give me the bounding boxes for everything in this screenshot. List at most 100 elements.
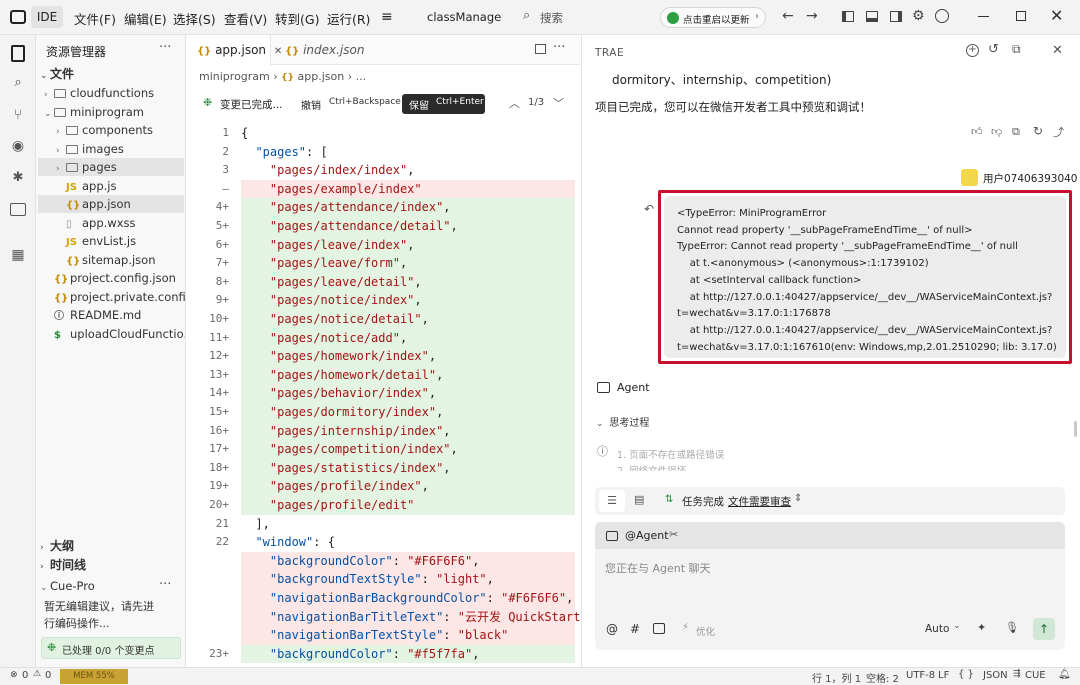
image-icon[interactable] — [653, 623, 665, 634]
error-icon[interactable]: ⊗ — [10, 670, 18, 680]
tree-item-sitemap-json[interactable]: {} sitemap.json — [66, 251, 185, 269]
tools-icon[interactable]: ✂ — [669, 528, 678, 541]
section-timeline[interactable]: › 时间线 — [40, 556, 185, 574]
menu-goto[interactable]: 转到(G) — [275, 9, 319, 28]
cue-status[interactable]: CUE — [1025, 670, 1046, 681]
split-editor-icon[interactable] — [535, 44, 546, 54]
keep-button[interactable]: 保留 Ctrl+Enter — [402, 94, 485, 114]
code-line-added[interactable]: 6+ "pages/leave/index", — [187, 235, 580, 255]
error-count[interactable]: 0 — [22, 670, 28, 681]
ide-badge[interactable]: IDE — [31, 6, 63, 28]
back-arrow-icon[interactable]: ← — [782, 8, 794, 24]
expand-icon[interactable]: ⇕ — [794, 493, 802, 504]
code-line-added[interactable]: 4+ "pages/attendance/index", — [187, 198, 580, 217]
search-box[interactable]: 搜索 — [540, 10, 563, 26]
explorer-icon[interactable] — [11, 45, 25, 62]
tree-item-pages[interactable]: › pages — [38, 158, 184, 176]
pop-out-icon[interactable]: ⧉ — [1012, 42, 1021, 57]
forward-arrow-icon[interactable]: → — [806, 8, 818, 24]
review-link[interactable]: 文件需要审查 — [728, 494, 791, 509]
code-line-added[interactable]: 9+ "pages/notice/index", — [187, 291, 580, 310]
breadcrumb-item[interactable]: app.json — [298, 70, 345, 83]
source-control-icon[interactable]: ⑂ — [9, 107, 27, 125]
minimize-icon[interactable] — [978, 16, 989, 17]
menu-select[interactable]: 选择(S) — [173, 9, 216, 28]
code-view[interactable]: 1{2 "pages": [3 "pages/index/index", — "p… — [187, 124, 580, 667]
menu-edit[interactable]: 编辑(E) — [124, 9, 167, 28]
code-line-added[interactable]: 15+ "pages/dormitory/index", — [187, 403, 580, 422]
regenerate-icon[interactable]: ↻ — [1033, 124, 1043, 138]
chevron-up-icon[interactable]: ︿ — [509, 95, 520, 111]
menu-view[interactable]: 查看(V) — [224, 9, 267, 28]
code-line-added[interactable]: 17+ "pages/competition/index", — [187, 440, 580, 459]
code-line-added[interactable]: 19+ "pages/profile/index", — [187, 477, 580, 496]
tree-item-envlist-js[interactable]: JS envList.js — [66, 232, 185, 250]
code-line-added[interactable]: 5+ "pages/attendance/detail", — [187, 217, 580, 236]
tree-item-app-js[interactable]: JS app.js — [66, 177, 185, 195]
maximize-icon[interactable] — [1016, 11, 1026, 21]
gear-icon[interactable]: ⚙ — [912, 8, 925, 24]
close-icon[interactable]: ✕ — [1050, 6, 1063, 25]
more-icon[interactable]: ··· — [159, 40, 171, 55]
list-view-toggle[interactable]: ☰ — [599, 490, 625, 512]
mention-icon[interactable]: @ — [606, 622, 618, 636]
send-button[interactable]: ↑ — [1033, 618, 1055, 640]
code-line-added[interactable]: 12+ "pages/homework/index", — [187, 347, 580, 366]
tree-item-app-json[interactable]: {} app.json — [38, 195, 184, 213]
breadcrumb-item[interactable]: miniprogram — [199, 70, 270, 83]
history-icon[interactable]: ↺ — [988, 42, 999, 57]
menu-run[interactable]: 运行(R) — [327, 9, 370, 28]
tree-item-upload-cloud[interactable]: $ uploadCloudFunctio... — [54, 325, 185, 343]
code-line[interactable]: 21 ], — [187, 515, 580, 534]
eye-icon[interactable]: ◉ — [9, 138, 27, 156]
code-line-added[interactable]: 7+ "pages/leave/form", — [187, 254, 580, 273]
indent-spaces[interactable]: 空格: 2 — [866, 670, 899, 685]
thinking-toggle[interactable]: ⌄ 思考过程 — [596, 414, 649, 429]
braces-icon[interactable]: { } — [958, 669, 974, 680]
warning-count[interactable]: 0 — [45, 670, 51, 681]
code-line[interactable]: 1{ — [187, 124, 580, 143]
encoding[interactable]: UTF-8 — [906, 670, 935, 681]
search-code-icon[interactable]: ⌕ — [9, 75, 27, 93]
code-line-added[interactable]: 18+ "pages/statistics/index", — [187, 458, 580, 478]
panel-scrollbar[interactable] — [1074, 421, 1077, 437]
hamburger-icon[interactable]: ≡ — [381, 9, 393, 25]
tab-index-json[interactable]: {} index.json — [277, 35, 364, 65]
tree-item-project-private-config[interactable]: {}project.private.config... — [54, 288, 185, 306]
code-line-removed[interactable]: "navigationBarBackgroundColor": "#F6F6F6… — [187, 589, 580, 608]
model-selector[interactable]: Auto — [925, 623, 949, 635]
warning-icon[interactable]: ⚠ — [33, 669, 41, 679]
copy-icon[interactable]: ⧉ — [1012, 125, 1020, 139]
optimize-button[interactable]: 优化 — [696, 624, 715, 638]
code-line-added[interactable]: 20+ "pages/profile/edit" — [187, 496, 580, 515]
layout-right-icon[interactable] — [890, 11, 902, 22]
hash-icon[interactable]: # — [630, 622, 640, 636]
bug-icon[interactable]: ✱ — [9, 170, 27, 188]
chevron-down-icon[interactable]: ﹀ — [553, 95, 564, 111]
menu-file[interactable]: 文件(F) — [74, 9, 116, 28]
cuepro-more-icon[interactable]: ··· — [159, 577, 171, 592]
document-icon[interactable]: ▤ — [634, 493, 644, 506]
thumbs-up-icon[interactable]: 👍︎ — [971, 125, 983, 138]
extensions-icon[interactable]: ▦ — [9, 247, 27, 265]
tree-item-project-config[interactable]: {} project.config.json — [54, 269, 185, 287]
tree-item-components[interactable]: › components — [56, 121, 185, 139]
tree-item-readme[interactable]: ⓘ README.md — [54, 306, 185, 324]
line-ending[interactable]: LF — [938, 670, 949, 681]
cursor-position[interactable]: 行 1，列 1 — [812, 670, 861, 685]
processed-changes-button[interactable]: ❉ 已处理 0/0 个变更点 — [41, 637, 181, 659]
monitor-icon[interactable] — [10, 203, 26, 216]
code-line-removed[interactable]: "navigationBarTitleText": "云开发 QuickStar… — [187, 607, 580, 627]
chat-input-box[interactable]: @Agent ✂ 您正在与 Agent 聊天 @ # ⚡ 优化 Auto ⌄ ✦… — [595, 522, 1065, 650]
code-line-added[interactable]: 10+ "pages/notice/detail", — [187, 310, 580, 329]
layout-bottom-icon[interactable] — [866, 11, 878, 22]
tree-item-miniprogram[interactable]: ⌄ miniprogram — [44, 103, 185, 121]
tree-item-images[interactable]: › images — [56, 140, 185, 158]
tree-item-cloudfunctions[interactable]: › cloudfunctions — [44, 84, 185, 102]
code-line-added[interactable]: 8+ "pages/leave/detail", — [187, 272, 580, 292]
account-icon[interactable] — [935, 9, 949, 23]
bell-icon[interactable]: 🔔︎ — [1058, 669, 1071, 680]
code-line-removed[interactable]: "navigationBarTextStyle": "black" — [187, 626, 580, 645]
magic-icon[interactable]: ✦ — [977, 621, 986, 634]
new-chat-icon[interactable]: + — [966, 44, 979, 57]
